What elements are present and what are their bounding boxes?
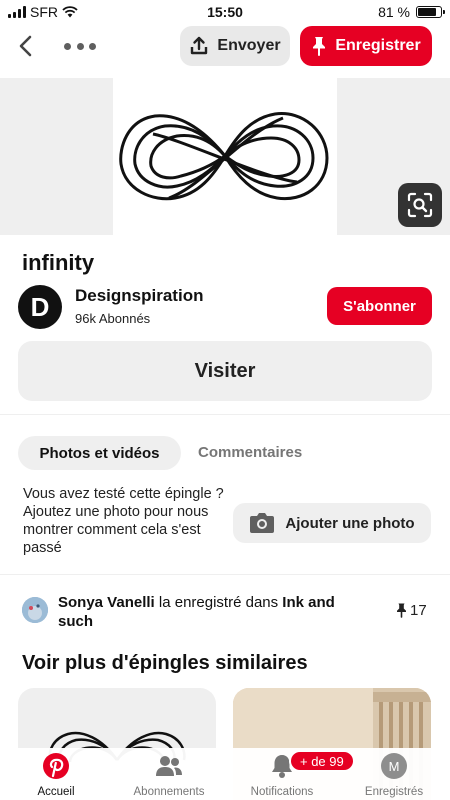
save-count: 17 xyxy=(396,602,427,619)
nav-following[interactable]: Abonnements xyxy=(119,752,219,798)
tab-photos-videos[interactable]: Photos et vidéos xyxy=(18,436,181,470)
camera-icon xyxy=(250,513,275,533)
save-label: Enregistrer xyxy=(335,37,421,54)
visual-search-button[interactable] xyxy=(398,183,442,227)
nav-home[interactable]: Accueil xyxy=(6,752,106,798)
bottom-navigation: Accueil Abonnements Notifications M Enre… xyxy=(0,748,450,800)
follow-button[interactable]: S'abonner xyxy=(327,287,432,325)
pushpin-icon xyxy=(313,37,326,56)
author-follower-count: 96k Abonnés xyxy=(75,311,151,326)
send-button[interactable]: Envoyer xyxy=(180,26,290,66)
nav-saved[interactable]: M Enregistrés xyxy=(344,752,444,798)
section-divider xyxy=(0,414,450,415)
image-padding-left xyxy=(0,78,113,235)
pin-image[interactable] xyxy=(0,78,450,235)
activity-text: Sonya Vanelli la enregistré dans Ink and… xyxy=(58,593,358,631)
battery-status: 81 % xyxy=(378,4,445,20)
section-divider xyxy=(0,574,450,575)
similar-pins-heading: Voir plus d'épingles similaires xyxy=(22,652,308,674)
battery-percent: 81 % xyxy=(378,4,410,20)
saver-name[interactable]: Sonya Vanelli xyxy=(58,594,155,611)
battery-icon xyxy=(416,6,445,18)
notification-badge: + de 99 xyxy=(289,750,355,772)
activity-action: la enregistré dans xyxy=(154,594,283,611)
back-arrow-icon[interactable] xyxy=(14,34,38,58)
avatar-photo xyxy=(22,597,48,623)
add-photo-button[interactable]: Ajouter une photo xyxy=(233,503,431,543)
pin-title: infinity xyxy=(22,250,95,275)
tab-comments[interactable]: Commentaires xyxy=(198,444,302,461)
infinity-logo-image xyxy=(119,112,329,201)
pin-toolbar: Envoyer Enregistrer xyxy=(0,24,450,74)
nav-following-label: Abonnements xyxy=(133,786,205,798)
people-icon xyxy=(156,756,182,776)
pushpin-icon xyxy=(397,603,406,618)
more-options-icon[interactable] xyxy=(64,36,96,56)
author-name[interactable]: Designspiration xyxy=(75,286,203,306)
author-avatar[interactable]: D xyxy=(18,285,62,329)
send-label: Envoyer xyxy=(217,37,281,54)
add-photo-label: Ajouter une photo xyxy=(285,514,415,532)
save-count-value: 17 xyxy=(410,602,427,619)
saver-avatar[interactable] xyxy=(22,597,48,623)
visit-button[interactable]: Visiter xyxy=(18,341,432,401)
nav-saved-label: Enregistrés xyxy=(364,786,424,798)
save-button[interactable]: Enregistrer xyxy=(300,26,432,66)
nav-notifications-label: Notifications xyxy=(250,786,314,798)
profile-avatar: M xyxy=(381,753,407,779)
nav-home-label: Accueil xyxy=(37,786,75,798)
lens-search-icon xyxy=(407,192,433,218)
share-icon xyxy=(191,36,208,55)
add-photo-prompt: Vous avez testé cette épingle ? Ajoutez … xyxy=(23,486,224,556)
pinterest-icon xyxy=(43,753,69,779)
status-bar: SFR 15:50 81 % xyxy=(0,0,450,24)
